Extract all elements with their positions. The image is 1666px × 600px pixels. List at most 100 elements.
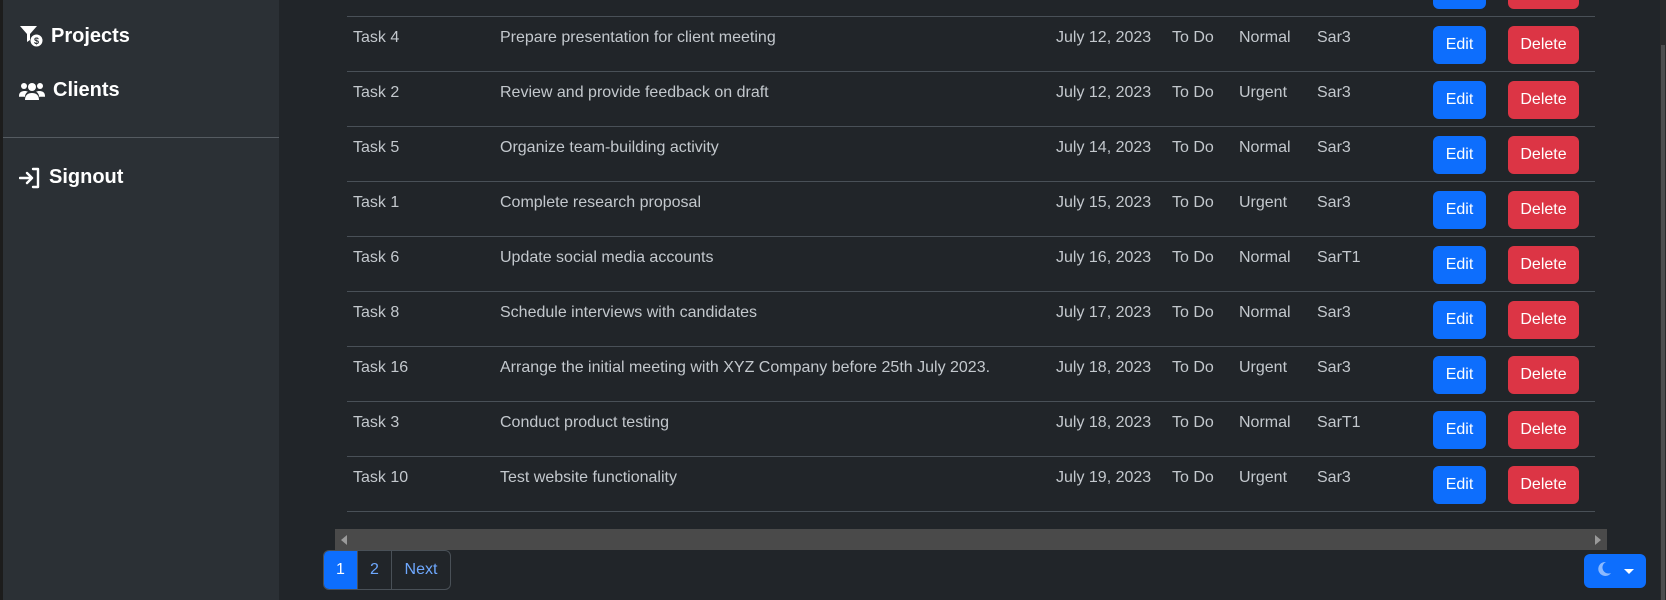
task-due-date: July 18, 2023 [1056, 359, 1152, 376]
edit-button[interactable]: Edit [1433, 81, 1486, 119]
task-priority: Normal [1239, 304, 1291, 321]
task-name: Task 6 [353, 249, 400, 266]
table-row: Task 10 Test website functionality July 19… [347, 457, 1595, 512]
task-name: Task 10 [353, 469, 409, 486]
edit-button[interactable]: Edit [1433, 466, 1486, 504]
task-description: Conduct product testing [500, 414, 669, 431]
vertical-scrollbar[interactable] [1660, 0, 1666, 600]
table-row: Task 4 Prepare presentation for client me… [347, 17, 1595, 72]
edit-button[interactable]: Edit [1433, 191, 1486, 229]
task-description: Schedule interviews with candidates [500, 304, 758, 321]
sidebar-item-projects[interactable]: $ Projects [19, 24, 130, 48]
svg-text:$: $ [34, 36, 39, 46]
task-name: Task 3 [353, 414, 400, 431]
table-row: Task 6 Update social media accounts July 1… [347, 237, 1595, 292]
table-row: Task 8 Schedule interviews with candidate… [347, 292, 1595, 347]
task-priority: Urgent [1239, 84, 1288, 101]
task-description: Complete research proposal [500, 194, 701, 211]
moon-icon [1596, 561, 1612, 582]
sidebar-item-label: Signout [49, 166, 124, 188]
sidebar-item-label: Projects [51, 24, 130, 47]
task-description: Prepare presentation for client meeting [500, 29, 776, 46]
edit-button[interactable]: Edit [1433, 356, 1486, 394]
task-due-date: July 18, 2023 [1056, 414, 1152, 431]
delete-button[interactable]: Delete [1508, 466, 1579, 504]
task-assignee: SarT1 [1317, 414, 1361, 431]
table-row: Task 16 Arrange the initial meeting with … [347, 347, 1595, 402]
sidebar-item-clients[interactable]: Clients [19, 79, 120, 102]
task-priority: Normal [1239, 29, 1291, 46]
task-assignee: Sar3 [1317, 304, 1351, 321]
task-due-date: July 16, 2023 [1056, 249, 1152, 266]
task-description: Test website functionality [500, 469, 677, 486]
table-row: Task 1 Complete research proposal July 15,… [347, 182, 1595, 237]
sidebar-item-label: Clients [53, 79, 120, 101]
task-description: Organize team-building activity [500, 139, 719, 156]
pagination: 1 2 Next [323, 550, 451, 590]
task-due-date: July 15, 2023 [1056, 194, 1152, 211]
table-row: Task 3 Conduct product testing July 18, 20… [347, 402, 1595, 457]
scroll-left-icon[interactable] [341, 535, 347, 545]
task-priority: Normal [1239, 139, 1291, 156]
task-status: To Do [1172, 359, 1214, 376]
task-due-date: July 17, 2023 [1056, 304, 1152, 321]
task-priority: Normal [1239, 414, 1291, 431]
edit-button[interactable]: Edit [1433, 301, 1486, 339]
edit-button[interactable]: Edit [1433, 136, 1486, 174]
task-description: Arrange the initial meeting with XYZ Com… [500, 359, 991, 376]
scroll-right-icon[interactable] [1595, 535, 1601, 545]
edit-button[interactable]: Edit [1433, 246, 1486, 284]
next-page-button[interactable]: Next [391, 551, 450, 589]
delete-button[interactable]: Delete [1508, 81, 1579, 119]
task-assignee: Sar3 [1317, 29, 1351, 46]
task-name: Task 8 [353, 304, 400, 321]
delete-button[interactable]: Delete [1508, 26, 1579, 64]
sidebar-divider [3, 137, 279, 138]
task-priority: Normal [1239, 249, 1291, 266]
table-row: Task 5 Organize team-building activity Jul… [347, 127, 1595, 182]
delete-button[interactable]: Delete [1508, 246, 1579, 284]
task-status: To Do [1172, 139, 1214, 156]
task-due-date: July 19, 2023 [1056, 469, 1152, 486]
edit-button[interactable]: Edit [1433, 0, 1486, 9]
table-row: Task 2 Review and provide feedback on dra… [347, 72, 1595, 127]
task-status: To Do [1172, 414, 1214, 431]
funnel-dollar-icon: $ [19, 24, 43, 48]
task-assignee: Sar3 [1317, 359, 1351, 376]
sidebar-item-signout[interactable]: Signout [19, 166, 123, 189]
edit-button[interactable]: Edit [1433, 26, 1486, 64]
task-priority: Urgent [1239, 469, 1288, 486]
delete-button[interactable]: Delete [1508, 356, 1579, 394]
horizontal-scrollbar[interactable] [335, 529, 1607, 550]
task-description: Update social media accounts [500, 249, 714, 266]
scrollbar-thumb[interactable] [1661, 45, 1665, 600]
task-assignee: SarT1 [1317, 249, 1361, 266]
task-status: To Do [1172, 304, 1214, 321]
delete-button[interactable]: Delete [1508, 191, 1579, 229]
task-name: Task 1 [353, 194, 400, 211]
sidebar: $ Projects Clients Signout [3, 0, 279, 600]
table-row: Edit Delete [347, 0, 1595, 17]
chevron-down-icon [1624, 568, 1634, 574]
delete-button[interactable]: Delete [1508, 136, 1579, 174]
task-priority: Urgent [1239, 194, 1288, 211]
page-1-button[interactable]: 1 [324, 551, 357, 589]
users-icon [19, 80, 45, 102]
task-assignee: Sar3 [1317, 194, 1351, 211]
task-name: Task 16 [353, 359, 409, 376]
task-due-date: July 12, 2023 [1056, 29, 1152, 46]
delete-button[interactable]: Delete [1508, 301, 1579, 339]
task-status: To Do [1172, 29, 1214, 46]
task-status: To Do [1172, 84, 1214, 101]
delete-button[interactable]: Delete [1508, 411, 1579, 449]
edit-button[interactable]: Edit [1433, 411, 1486, 449]
page-2-button[interactable]: 2 [357, 551, 391, 589]
task-status: To Do [1172, 469, 1214, 486]
task-assignee: Sar3 [1317, 84, 1351, 101]
task-priority: Urgent [1239, 359, 1288, 376]
delete-button[interactable]: Delete [1508, 0, 1579, 9]
task-name: Task 2 [353, 84, 400, 101]
task-name: Task 5 [353, 139, 400, 156]
theme-toggle-button[interactable] [1584, 554, 1646, 588]
sign-in-icon [19, 167, 41, 189]
